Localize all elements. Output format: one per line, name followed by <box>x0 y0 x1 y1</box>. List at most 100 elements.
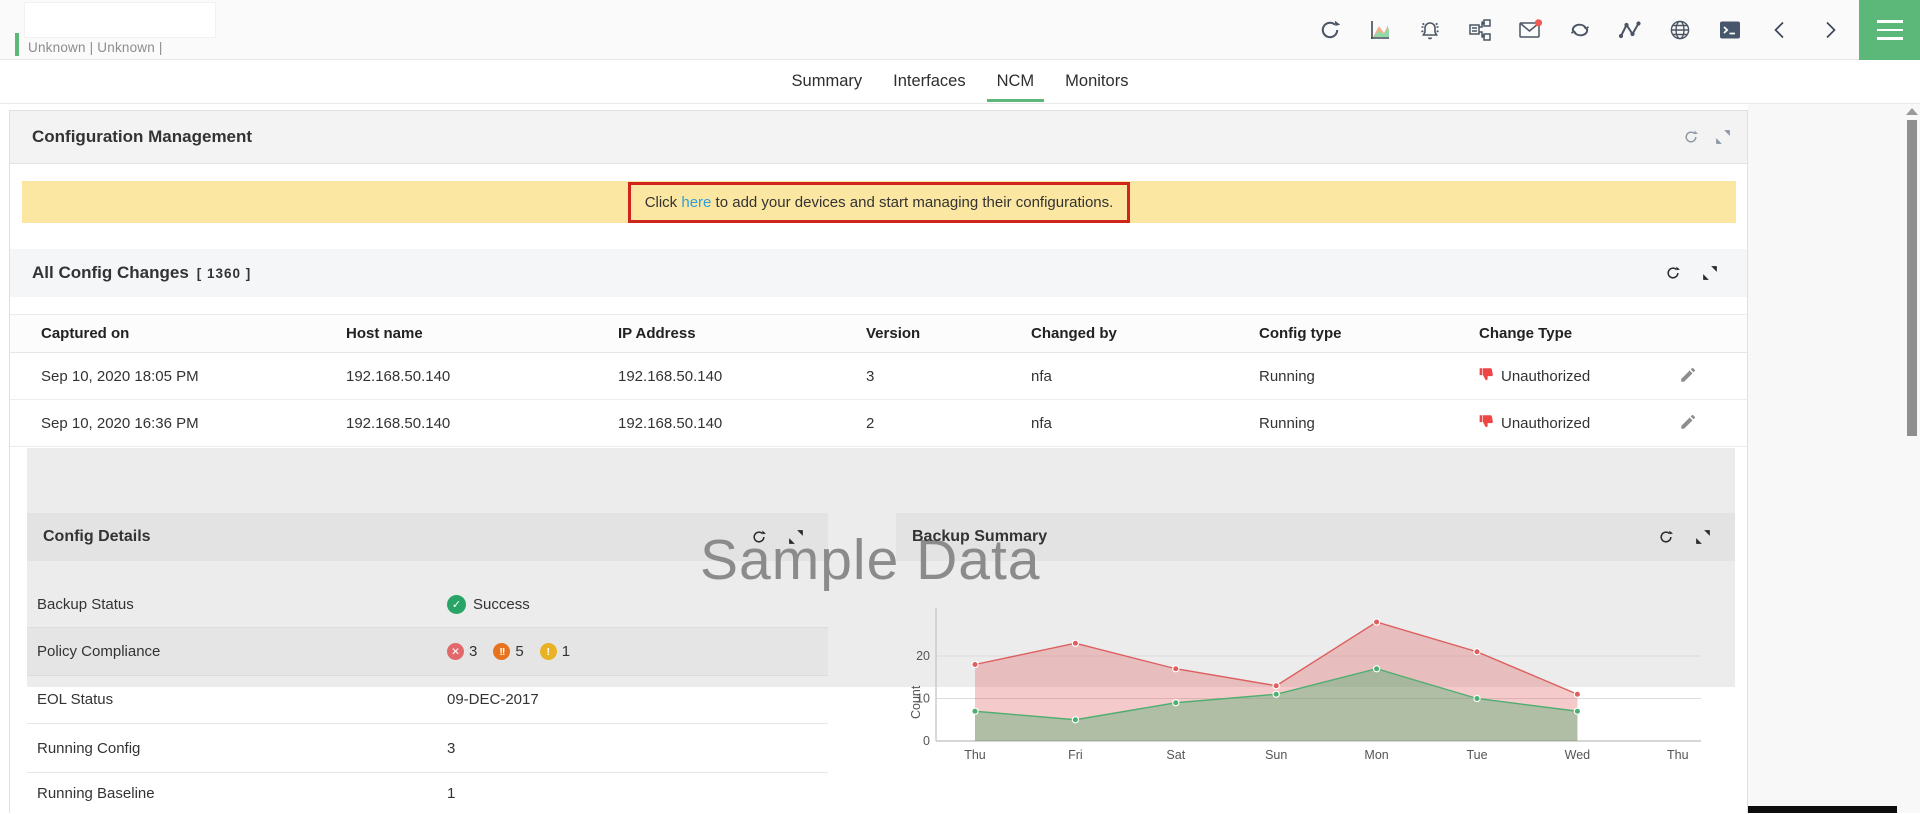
configuration-management-panel: Configuration Management Click here to a… <box>9 110 1748 813</box>
backup-status-row: Backup Status ✓ Success <box>27 581 828 628</box>
cell-captured-on: Sep 10, 2020 16:36 PM <box>41 414 199 432</box>
config-details-title: Config Details <box>43 528 151 545</box>
svg-text:Wed: Wed <box>1565 748 1591 762</box>
cell-version: 3 <box>866 367 875 385</box>
mail-notification-dot <box>1534 19 1542 27</box>
running-baseline-value: 1 <box>447 785 456 802</box>
tab-monitors[interactable]: Monitors <box>1063 60 1130 104</box>
globe-icon[interactable] <box>1667 17 1693 43</box>
running-config-row: Running Config 3 <box>27 724 828 773</box>
alarms-bell-icon[interactable] <box>1417 17 1443 43</box>
section-count: [ 1360 ] <box>196 265 252 281</box>
cell-change-type: Unauthorized <box>1501 367 1591 385</box>
section-refresh-icon[interactable] <box>1664 265 1681 282</box>
hamburger-icon <box>1876 20 1903 23</box>
minor-count: 1 <box>561 643 571 660</box>
scrollbar-thumb[interactable] <box>1907 120 1917 436</box>
cell-config-type: Running <box>1259 367 1315 385</box>
section-title: All Config Changes <box>32 263 189 282</box>
eol-status-value: 09-DEC-2017 <box>447 691 539 708</box>
sync-loop-icon[interactable] <box>1567 17 1593 43</box>
chevron-left-icon[interactable] <box>1767 17 1793 43</box>
success-check-icon: ✓ <box>447 594 466 614</box>
tab-summary[interactable]: Summary <box>790 60 865 104</box>
banner-text-prefix: Click <box>644 193 682 211</box>
minor-icon: ! <box>539 643 557 660</box>
cell-version: 2 <box>866 414 875 432</box>
svg-text:20: 20 <box>916 649 930 663</box>
backup-summary-expand-icon[interactable] <box>1694 529 1711 546</box>
traceroute-icon[interactable] <box>1617 17 1643 43</box>
cell-captured-on: Sep 10, 2020 18:05 PM <box>41 367 199 385</box>
running-config-value: 3 <box>447 739 456 757</box>
performance-graph-icon[interactable] <box>1367 17 1393 43</box>
top-bar: Unknown | Unknown | <box>0 0 1920 60</box>
device-status-accent <box>15 33 19 56</box>
svg-text:Thu: Thu <box>1667 748 1689 762</box>
backup-summary-refresh-icon[interactable] <box>1657 529 1674 546</box>
config-details-refresh-icon[interactable] <box>750 529 767 546</box>
col-ip-address: IP Address <box>618 325 696 342</box>
backup-summary-title: Backup Summary <box>912 528 1048 545</box>
terminal-icon[interactable] <box>1717 17 1743 43</box>
workflow-icon[interactable] <box>1467 17 1493 43</box>
config-details-header: Config Details <box>27 513 828 561</box>
device-tabs: Summary Interfaces NCM Monitors <box>0 60 1920 104</box>
major-count: 5 <box>515 643 524 660</box>
policy-compliance-label: Policy Compliance <box>37 643 161 660</box>
running-baseline-label: Running Baseline <box>37 785 155 802</box>
panel-header: Configuration Management <box>10 111 1747 164</box>
svg-text:Mon: Mon <box>1364 748 1388 762</box>
edit-pencil-icon[interactable] <box>1679 413 1699 433</box>
critical-count: 3 <box>469 643 478 660</box>
banner-here-link[interactable]: here <box>681 194 711 211</box>
banner-text-suffix: to add your devices and start managing t… <box>711 193 1114 211</box>
backup-summary-chart: 01020Thu Fri Sat Sun Mon Tue Wed Thu Count <box>909 608 1701 762</box>
tab-interfaces[interactable]: Interfaces <box>891 60 967 104</box>
config-details-expand-icon[interactable] <box>787 529 804 546</box>
backup-status-label: Backup Status <box>37 595 134 613</box>
panel-refresh-icon[interactable] <box>1682 129 1699 146</box>
cell-changed-by: nfa <box>1031 414 1052 432</box>
svg-text:Tue: Tue <box>1466 748 1487 762</box>
cell-ip-address: 192.168.50.140 <box>618 414 723 432</box>
col-config-type: Config type <box>1259 325 1342 342</box>
svg-text:Sat: Sat <box>1166 748 1185 762</box>
config-changes-table-header: Captured on Host name IP Address Version… <box>10 314 1747 353</box>
cell-change-type: Unauthorized <box>1501 414 1591 432</box>
col-host-name: Host name <box>346 325 423 342</box>
all-config-changes-header: All Config Changes [ 1360 ] <box>10 249 1747 297</box>
hamburger-menu-button[interactable] <box>1859 0 1920 60</box>
chevron-right-icon[interactable] <box>1817 17 1843 43</box>
cell-changed-by: nfa <box>1031 367 1052 385</box>
policy-compliance-row: Policy Compliance ✕ 3 !! 5 ! 1 <box>27 628 828 676</box>
thumbs-down-icon <box>1479 367 1494 386</box>
panel-expand-icon[interactable] <box>1714 129 1731 146</box>
mail-icon[interactable] <box>1517 17 1543 43</box>
svg-text:Sun: Sun <box>1265 748 1287 762</box>
svg-text:Thu: Thu <box>964 748 986 762</box>
toolbar <box>1317 0 1859 60</box>
eol-status-row: EOL Status 09-DEC-2017 <box>27 676 828 724</box>
critical-icon: ✕ <box>447 643 464 660</box>
col-version: Version <box>866 325 921 342</box>
refresh-icon[interactable] <box>1317 17 1343 43</box>
table-row[interactable]: Sep 10, 2020 18:05 PM 192.168.50.140 192… <box>10 353 1747 400</box>
page-title: Configuration Management <box>32 127 253 146</box>
backup-summary-header: Backup Summary <box>896 513 1735 561</box>
cell-host-name: 192.168.50.140 <box>346 367 451 385</box>
running-config-label: Running Config <box>37 739 141 757</box>
table-row[interactable]: Sep 10, 2020 16:36 PM 192.168.50.140 192… <box>10 400 1747 447</box>
cell-ip-address: 192.168.50.140 <box>618 367 723 385</box>
backup-status-value: Success <box>473 595 530 613</box>
edit-pencil-icon[interactable] <box>1679 366 1699 386</box>
eol-status-label: EOL Status <box>37 691 114 708</box>
svg-text:Fri: Fri <box>1068 748 1083 762</box>
add-devices-banner: Click here to add your devices and start… <box>22 181 1736 223</box>
thumbs-down-icon <box>1479 414 1494 433</box>
device-title-box[interactable] <box>25 3 215 37</box>
section-expand-icon[interactable] <box>1701 265 1718 282</box>
scroll-up-arrow[interactable] <box>1906 108 1918 115</box>
tab-ncm[interactable]: NCM <box>986 60 1044 104</box>
cell-config-type: Running <box>1259 414 1315 432</box>
